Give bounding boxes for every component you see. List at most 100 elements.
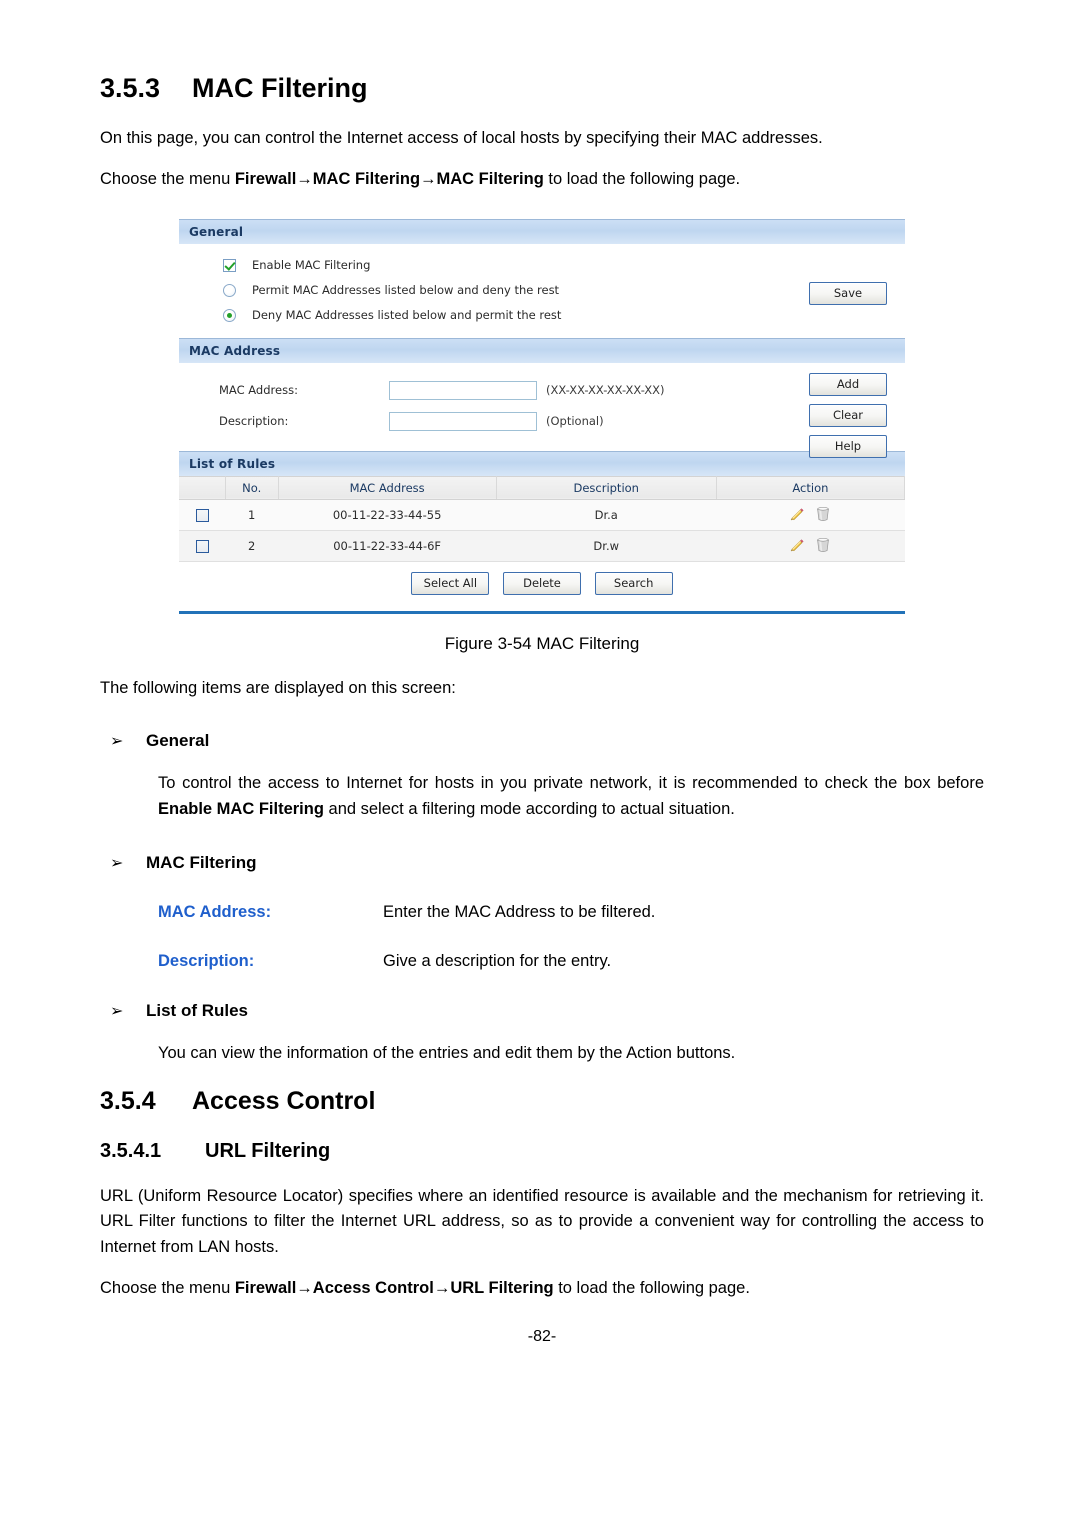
delete-button[interactable]: Delete — [503, 571, 581, 595]
panel-bottom-rule — [179, 610, 905, 614]
mac-address-panel-header: MAC Address — [179, 337, 905, 363]
radio-unselected-icon[interactable] — [223, 283, 236, 297]
action-icons — [789, 505, 831, 523]
general-description-block: To control the access to Internet for ho… — [100, 751, 984, 822]
general-desc-bold: Enable MAC Filtering — [158, 799, 324, 818]
subsection-number: 3.5.4.1 — [100, 1139, 162, 1162]
enable-mac-filtering-row[interactable]: Enable MAC Filtering — [223, 253, 905, 278]
list-of-rules-description-block: You can view the information of the entr… — [100, 1021, 984, 1067]
save-button-wrapper: Save — [809, 281, 887, 305]
bullet-marker-icon: ➢ — [110, 1002, 124, 1020]
delete-trash-icon[interactable] — [815, 505, 831, 523]
permit-mode-row[interactable]: Permit MAC Addresses listed below and de… — [223, 278, 905, 303]
mac-address-panel-body: MAC Address: (XX-XX-XX-XX-XX-XX) Descrip… — [179, 362, 905, 458]
general-desc-part2: and select a filtering mode according to… — [323, 799, 735, 818]
column-header-description: Description — [496, 475, 717, 500]
table-row[interactable]: 1 00-11-22-33-44-55 Dr.a — [179, 499, 905, 531]
general-description: To control the access to Internet for ho… — [158, 751, 984, 822]
description-field-row: Description: (Optional) — [219, 406, 905, 437]
clear-button[interactable]: Clear — [809, 403, 887, 427]
list-of-rules-panel-header: List of Rules — [179, 450, 905, 476]
bullet-list-of-rules: ➢ List of Rules — [100, 971, 984, 1021]
row-description: Dr.w — [496, 530, 717, 562]
column-header-no: No. — [225, 475, 279, 500]
bullet-mac-filtering: ➢ MAC Filtering — [100, 823, 984, 873]
general-panel-header: General — [179, 218, 905, 244]
delete-trash-icon[interactable] — [815, 536, 831, 554]
url-paragraph: URL (Uniform Resource Locator) specifies… — [100, 1186, 984, 1256]
bullet-marker-icon: ➢ — [110, 733, 124, 751]
row-checkbox-cell[interactable] — [179, 499, 226, 531]
subsection-title: 3.5.4.1 URL Filtering — [100, 1116, 984, 1162]
section2-title: 3.5.4 Access Control — [100, 1066, 984, 1116]
row-checkbox-icon[interactable] — [195, 508, 209, 522]
table-header-row: No. MAC Address Description Action — [179, 475, 906, 500]
description-optional-hint: (Optional) — [546, 414, 604, 429]
list-of-rules-description: You can view the information of the entr… — [158, 1043, 736, 1062]
table-row[interactable]: 2 00-11-22-33-44-6F Dr.w — [179, 530, 905, 562]
help-button[interactable]: Help — [809, 434, 887, 458]
description-label: Description: — [219, 414, 289, 429]
row-action-cell — [716, 499, 905, 531]
definition-term: Description: — [158, 951, 255, 970]
bullet-marker-icon: ➢ — [110, 854, 124, 872]
page-title: 3.5.3 MAC Filtering — [100, 0, 984, 104]
column-header-checkbox — [179, 475, 226, 500]
bullet-general: ➢ General — [100, 701, 984, 751]
list-of-rules-panel-body: No. MAC Address Description Action 1 00-… — [179, 475, 906, 614]
search-button[interactable]: Search — [594, 571, 673, 595]
following-items-text: The following items are displayed on thi… — [100, 678, 456, 697]
router-ui-screenshot: General Enable MAC Filtering Permit MAC … — [179, 218, 906, 614]
bullet-mac-filtering-label: MAC Filtering — [146, 852, 257, 872]
subsection-title-text: URL Filtering — [205, 1139, 331, 1162]
row-checkbox-cell[interactable] — [179, 530, 226, 562]
document-page: 3.5.3 MAC Filtering On this page, you can… — [0, 0, 1080, 1527]
choose-menu2-suffix: to load the following page. — [553, 1279, 750, 1298]
description-input[interactable] — [389, 411, 537, 431]
menu2-path: Firewall→Access Control→URL Filtering — [234, 1279, 554, 1298]
mac-address-form: MAC Address: (XX-XX-XX-XX-XX-XX) Descrip… — [179, 363, 905, 451]
page-content: 3.5.3 MAC Filtering On this page, you can… — [0, 0, 1080, 1346]
choose-menu-paragraph: Choose the menu Firewall→MAC Filtering→M… — [100, 151, 984, 193]
row-action-cell — [716, 530, 905, 562]
rules-table: No. MAC Address Description Action 1 00-… — [179, 475, 906, 562]
general-options: Enable MAC Filtering Permit MAC Addresse… — [179, 244, 905, 338]
enable-mac-filtering-label: Enable MAC Filtering — [252, 258, 371, 273]
general-desc-part1: To control the access to Internet for ho… — [158, 774, 984, 793]
row-no: 1 — [225, 499, 279, 531]
figure-caption: Figure 3-54 MAC Filtering — [444, 633, 640, 653]
row-mac-address: 00-11-22-33-44-55 — [278, 499, 497, 531]
definition-description: Description: Give a description for the … — [100, 922, 984, 971]
mac-address-format-hint: (XX-XX-XX-XX-XX-XX) — [546, 383, 665, 398]
edit-pencil-icon[interactable] — [789, 506, 805, 522]
definition-description: Give a description for the entry. — [383, 951, 612, 970]
deny-mode-label: Deny MAC Addresses listed below and perm… — [252, 308, 562, 323]
checkbox-icon[interactable] — [223, 258, 236, 272]
edit-pencil-icon[interactable] — [789, 537, 805, 553]
deny-mode-row[interactable]: Deny MAC Addresses listed below and perm… — [223, 303, 905, 328]
menu-path: Firewall→MAC Filtering→MAC Filtering — [234, 170, 544, 189]
permit-mode-label: Permit MAC Addresses listed below and de… — [252, 283, 560, 298]
add-button[interactable]: Add — [809, 372, 887, 396]
choose-menu-prefix: Choose the menu — [100, 170, 235, 189]
save-button[interactable]: Save — [809, 281, 887, 305]
section2-title-text: Access Control — [192, 1087, 376, 1116]
mac-address-button-column: Add Clear Help — [809, 372, 887, 458]
select-all-button[interactable]: Select All — [411, 571, 490, 595]
action-icons — [789, 536, 831, 554]
section2-number: 3.5.4 — [100, 1087, 156, 1116]
column-header-mac-address: MAC Address — [278, 475, 497, 500]
definition-term: MAC Address: — [158, 902, 272, 921]
mac-address-label: MAC Address: — [219, 383, 298, 398]
bullet-general-label: General — [146, 731, 210, 751]
radio-selected-icon[interactable] — [223, 308, 236, 322]
section-number: 3.5.3 — [100, 73, 161, 103]
definition-description: Enter the MAC Address to be filtered. — [383, 902, 656, 921]
mac-address-input[interactable] — [389, 380, 537, 400]
choose-menu-suffix: to load the following page. — [543, 170, 741, 189]
column-header-action: Action — [716, 475, 906, 500]
row-checkbox-icon[interactable] — [195, 539, 209, 553]
intro-paragraph: On this page, you can control the Intern… — [100, 128, 823, 147]
row-no: 2 — [225, 530, 279, 562]
bullet-list-of-rules-label: List of Rules — [146, 1000, 249, 1020]
